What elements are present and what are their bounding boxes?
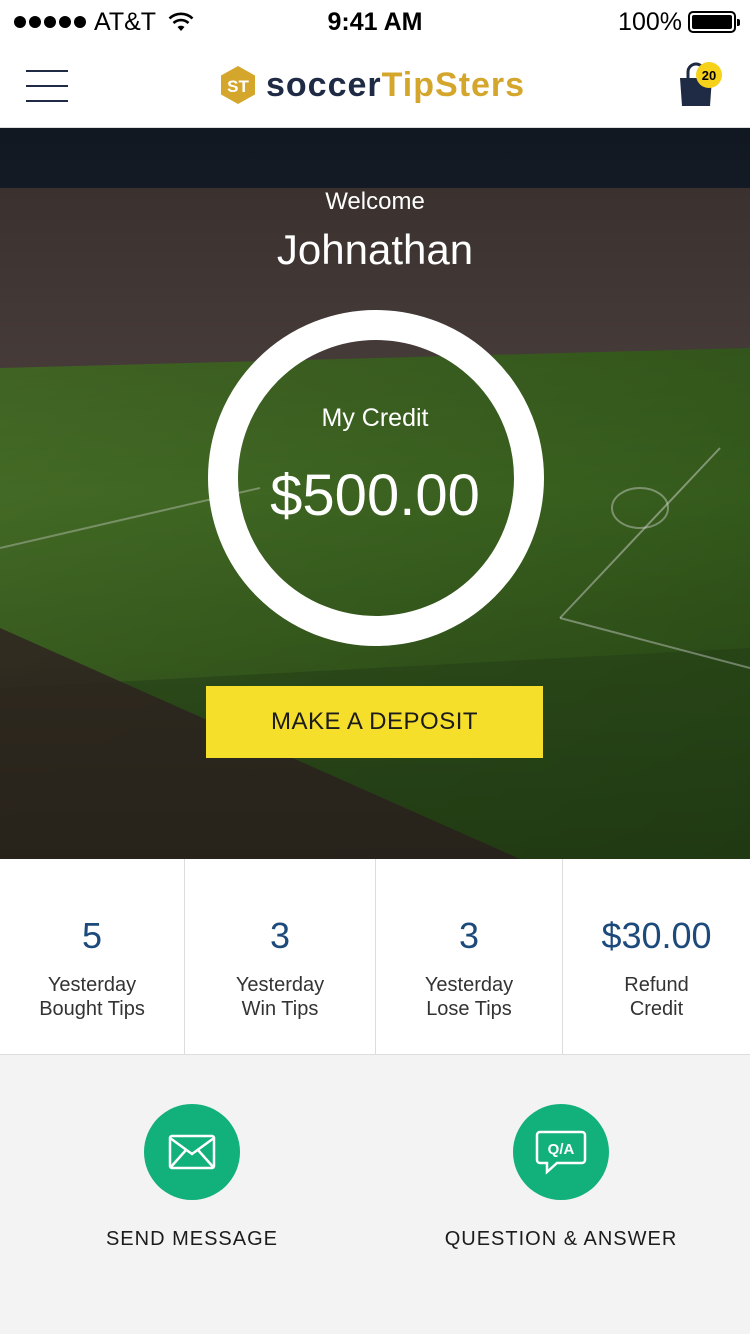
hamburger-menu-icon[interactable] <box>26 70 68 102</box>
question-answer-button[interactable]: Q/A <box>513 1104 609 1200</box>
svg-text:ST: ST <box>227 77 249 96</box>
stats-row: 5 Yesterday Bought Tips 3 Yesterday Win Ti… <box>0 859 750 1055</box>
make-deposit-button[interactable]: MAKE A DEPOSIT <box>206 686 543 758</box>
credit-value: $500.00 <box>270 463 480 528</box>
signal-strength-icon <box>14 16 86 28</box>
nav-bar: ST soccerTipSters 20 <box>0 44 750 128</box>
envelope-icon <box>168 1134 216 1170</box>
stat-bought-tips[interactable]: 5 Yesterday Bought Tips <box>0 859 185 1055</box>
credit-label: My Credit <box>321 404 429 432</box>
logo-wordmark: soccerTipSters <box>266 65 526 104</box>
username: Johnathan <box>276 226 474 273</box>
cart-count-badge: 20 <box>696 62 722 88</box>
stat-refund-credit[interactable]: $30.00 Refund Credit <box>563 859 750 1055</box>
stat-win-tips[interactable]: 3 Yesterday Win Tips <box>185 859 376 1055</box>
battery-percentage: 100% <box>618 7 682 36</box>
stat-label: Yesterday Bought Tips <box>39 974 145 1020</box>
svg-text:Q/A: Q/A <box>548 1141 575 1158</box>
stat-label: Yesterday Win Tips <box>235 974 325 1020</box>
welcome-text: Welcome <box>325 188 425 215</box>
stat-lose-tips[interactable]: 3 Yesterday Lose Tips <box>376 859 563 1055</box>
send-message-button[interactable] <box>144 1104 240 1200</box>
wifi-icon <box>168 12 194 31</box>
stat-value: 3 <box>458 915 480 956</box>
stat-value: 3 <box>269 915 291 956</box>
speech-bubble-icon: Q/A <box>535 1130 587 1175</box>
send-message-label: SEND MESSAGE <box>105 1228 279 1250</box>
send-message-action[interactable]: SEND MESSAGE <box>92 1104 292 1251</box>
status-bar: AT&T 9:41 AM 100% <box>0 0 750 44</box>
stat-label: Yesterday Lose Tips <box>424 974 514 1020</box>
stat-value: $30.00 <box>601 915 712 956</box>
app-logo[interactable]: ST soccerTipSters <box>218 64 525 106</box>
question-answer-action[interactable]: Q/A QUESTION & ANSWER <box>436 1104 686 1251</box>
battery-icon <box>688 11 740 33</box>
logo-mark-icon: ST <box>221 66 255 104</box>
carrier-name: AT&T <box>94 7 157 36</box>
hero-banner: Welcome Johnathan My Credit $500.00 MAKE… <box>0 128 750 859</box>
stat-label: Refund Credit <box>624 974 689 1020</box>
question-answer-label: QUESTION & ANSWER <box>444 1228 678 1250</box>
stat-value: 5 <box>81 915 103 956</box>
